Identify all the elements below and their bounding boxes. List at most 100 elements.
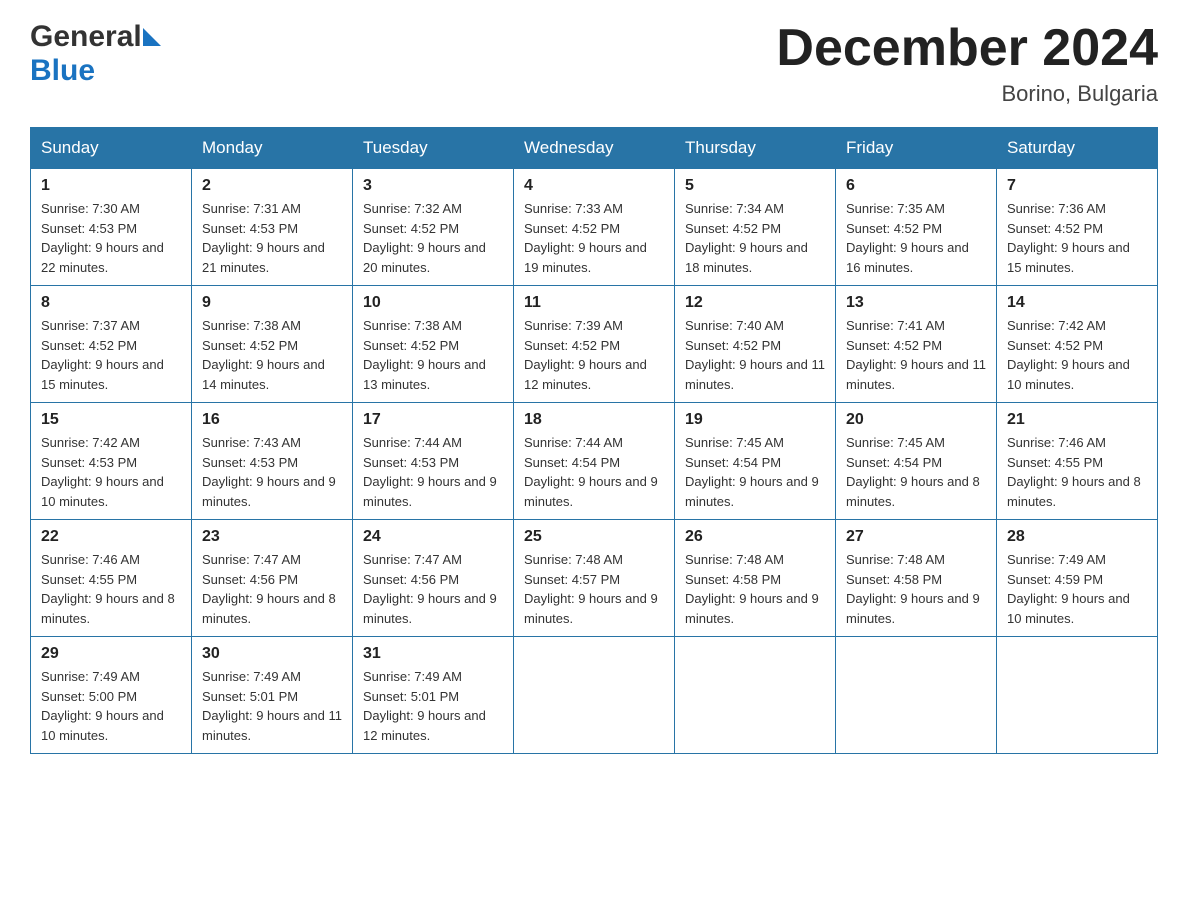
day-info: Sunrise: 7:41 AMSunset: 4:52 PMDaylight:… — [846, 316, 986, 394]
sunrise-text: Sunrise: 7:47 AM — [202, 550, 342, 570]
sunset-text: Sunset: 4:53 PM — [41, 453, 181, 473]
sunrise-text: Sunrise: 7:47 AM — [363, 550, 503, 570]
daylight-text: Daylight: 9 hours and 8 minutes. — [202, 589, 342, 628]
table-row: 18Sunrise: 7:44 AMSunset: 4:54 PMDayligh… — [514, 403, 675, 520]
sunset-text: Sunset: 4:59 PM — [1007, 570, 1147, 590]
daylight-text: Daylight: 9 hours and 9 minutes. — [846, 589, 986, 628]
sunrise-text: Sunrise: 7:31 AM — [202, 199, 342, 219]
table-row: 16Sunrise: 7:43 AMSunset: 4:53 PMDayligh… — [192, 403, 353, 520]
day-number: 11 — [524, 294, 664, 312]
table-row: 10Sunrise: 7:38 AMSunset: 4:52 PMDayligh… — [353, 286, 514, 403]
table-row: 14 Sunrise: 7:42 AMSunset: 4:52 PMDayligh… — [997, 286, 1158, 403]
sunset-text: Sunset: 4:52 PM — [524, 336, 664, 356]
daylight-text: Daylight: 9 hours and 10 minutes. — [1007, 355, 1147, 394]
sunset-text: Sunset: 5:00 PM — [41, 687, 181, 707]
table-row — [675, 637, 836, 754]
sunrise-text: Sunrise: 7:44 AM — [524, 433, 664, 453]
day-number: 26 — [685, 528, 825, 546]
sunrise-text: Sunrise: 7:46 AM — [1007, 433, 1147, 453]
day-number: 22 — [41, 528, 181, 546]
sunset-text: Sunset: 4:53 PM — [202, 453, 342, 473]
sunrise-text: Sunrise: 7:49 AM — [1007, 550, 1147, 570]
daylight-text: Daylight: 9 hours and 20 minutes. — [363, 238, 503, 277]
sunrise-text: Sunrise: 7:34 AM — [685, 199, 825, 219]
sunrise-text: Sunrise: 7:45 AM — [846, 433, 986, 453]
day-info: Sunrise: 7:31 AMSunset: 4:53 PMDaylight:… — [202, 199, 342, 277]
day-info: Sunrise: 7:32 AMSunset: 4:52 PMDaylight:… — [363, 199, 503, 277]
sunset-text: Sunset: 4:52 PM — [202, 336, 342, 356]
daylight-text: Daylight: 9 hours and 12 minutes. — [363, 706, 503, 745]
header-wednesday: Wednesday — [514, 128, 675, 169]
sunrise-text: Sunrise: 7:42 AM — [1007, 316, 1147, 336]
sunset-text: Sunset: 4:52 PM — [363, 336, 503, 356]
day-info: Sunrise: 7:37 AMSunset: 4:52 PMDaylight:… — [41, 316, 181, 394]
day-number: 8 — [41, 294, 181, 312]
daylight-text: Daylight: 9 hours and 19 minutes. — [524, 238, 664, 277]
day-number: 4 — [524, 177, 664, 195]
day-number: 14 — [1007, 294, 1147, 312]
table-row: 25Sunrise: 7:48 AMSunset: 4:57 PMDayligh… — [514, 520, 675, 637]
calendar-body: 1Sunrise: 7:30 AMSunset: 4:53 PMDaylight… — [31, 169, 1158, 754]
daylight-text: Daylight: 9 hours and 8 minutes. — [846, 472, 986, 511]
sunset-text: Sunset: 4:56 PM — [202, 570, 342, 590]
table-row: 1Sunrise: 7:30 AMSunset: 4:53 PMDaylight… — [31, 169, 192, 286]
day-info: Sunrise: 7:42 AMSunset: 4:53 PMDaylight:… — [41, 433, 181, 511]
sunrise-text: Sunrise: 7:37 AM — [41, 316, 181, 336]
calendar-week-row: 29Sunrise: 7:49 AMSunset: 5:00 PMDayligh… — [31, 637, 1158, 754]
sunrise-text: Sunrise: 7:40 AM — [685, 316, 825, 336]
day-number: 7 — [1007, 177, 1147, 195]
header-thursday: Thursday — [675, 128, 836, 169]
sunrise-text: Sunrise: 7:33 AM — [524, 199, 664, 219]
sunset-text: Sunset: 4:55 PM — [1007, 453, 1147, 473]
daylight-text: Daylight: 9 hours and 15 minutes. — [41, 355, 181, 394]
header-saturday: Saturday — [997, 128, 1158, 169]
daylight-text: Daylight: 9 hours and 9 minutes. — [685, 472, 825, 511]
daylight-text: Daylight: 9 hours and 8 minutes. — [1007, 472, 1147, 511]
sunset-text: Sunset: 4:56 PM — [363, 570, 503, 590]
day-info: Sunrise: 7:49 AMSunset: 4:59 PMDaylight:… — [1007, 550, 1147, 628]
sunrise-text: Sunrise: 7:49 AM — [41, 667, 181, 687]
sunrise-text: Sunrise: 7:43 AM — [202, 433, 342, 453]
day-info: Sunrise: 7:49 AMSunset: 5:01 PMDaylight:… — [202, 667, 342, 745]
logo-general-text: General — [30, 20, 142, 54]
sunrise-text: Sunrise: 7:49 AM — [363, 667, 503, 687]
daylight-text: Daylight: 9 hours and 12 minutes. — [524, 355, 664, 394]
daylight-text: Daylight: 9 hours and 10 minutes. — [1007, 589, 1147, 628]
sunset-text: Sunset: 4:58 PM — [846, 570, 986, 590]
sunset-text: Sunset: 4:52 PM — [41, 336, 181, 356]
sunset-text: Sunset: 5:01 PM — [202, 687, 342, 707]
day-number: 16 — [202, 411, 342, 429]
day-number: 13 — [846, 294, 986, 312]
table-row: 5Sunrise: 7:34 AMSunset: 4:52 PMDaylight… — [675, 169, 836, 286]
sunrise-text: Sunrise: 7:48 AM — [524, 550, 664, 570]
table-row — [836, 637, 997, 754]
day-info: Sunrise: 7:40 AMSunset: 4:52 PMDaylight:… — [685, 316, 825, 394]
table-row: 29Sunrise: 7:49 AMSunset: 5:00 PMDayligh… — [31, 637, 192, 754]
day-info: Sunrise: 7:42 AMSunset: 4:52 PMDaylight:… — [1007, 316, 1147, 394]
sunrise-text: Sunrise: 7:42 AM — [41, 433, 181, 453]
calendar-week-row: 8Sunrise: 7:37 AMSunset: 4:52 PMDaylight… — [31, 286, 1158, 403]
sunset-text: Sunset: 5:01 PM — [363, 687, 503, 707]
day-number: 1 — [41, 177, 181, 195]
day-number: 20 — [846, 411, 986, 429]
day-number: 10 — [363, 294, 503, 312]
day-info: Sunrise: 7:45 AMSunset: 4:54 PMDaylight:… — [846, 433, 986, 511]
table-row: 9Sunrise: 7:38 AMSunset: 4:52 PMDaylight… — [192, 286, 353, 403]
sunset-text: Sunset: 4:53 PM — [202, 219, 342, 239]
month-year-title: December 2024 — [776, 20, 1158, 77]
daylight-text: Daylight: 9 hours and 11 minutes. — [202, 706, 342, 745]
day-number: 9 — [202, 294, 342, 312]
table-row: 24Sunrise: 7:47 AMSunset: 4:56 PMDayligh… — [353, 520, 514, 637]
calendar-week-row: 22Sunrise: 7:46 AMSunset: 4:55 PMDayligh… — [31, 520, 1158, 637]
table-row — [514, 637, 675, 754]
day-info: Sunrise: 7:36 AMSunset: 4:52 PMDaylight:… — [1007, 199, 1147, 277]
sunrise-text: Sunrise: 7:32 AM — [363, 199, 503, 219]
header-tuesday: Tuesday — [353, 128, 514, 169]
sunset-text: Sunset: 4:52 PM — [846, 219, 986, 239]
table-row: 7 Sunrise: 7:36 AMSunset: 4:52 PMDaylight… — [997, 169, 1158, 286]
daylight-text: Daylight: 9 hours and 10 minutes. — [41, 706, 181, 745]
day-number: 25 — [524, 528, 664, 546]
sunrise-text: Sunrise: 7:45 AM — [685, 433, 825, 453]
logo: General Blue — [30, 20, 161, 88]
table-row: 20 Sunrise: 7:45 AMSunset: 4:54 PMDayligh… — [836, 403, 997, 520]
